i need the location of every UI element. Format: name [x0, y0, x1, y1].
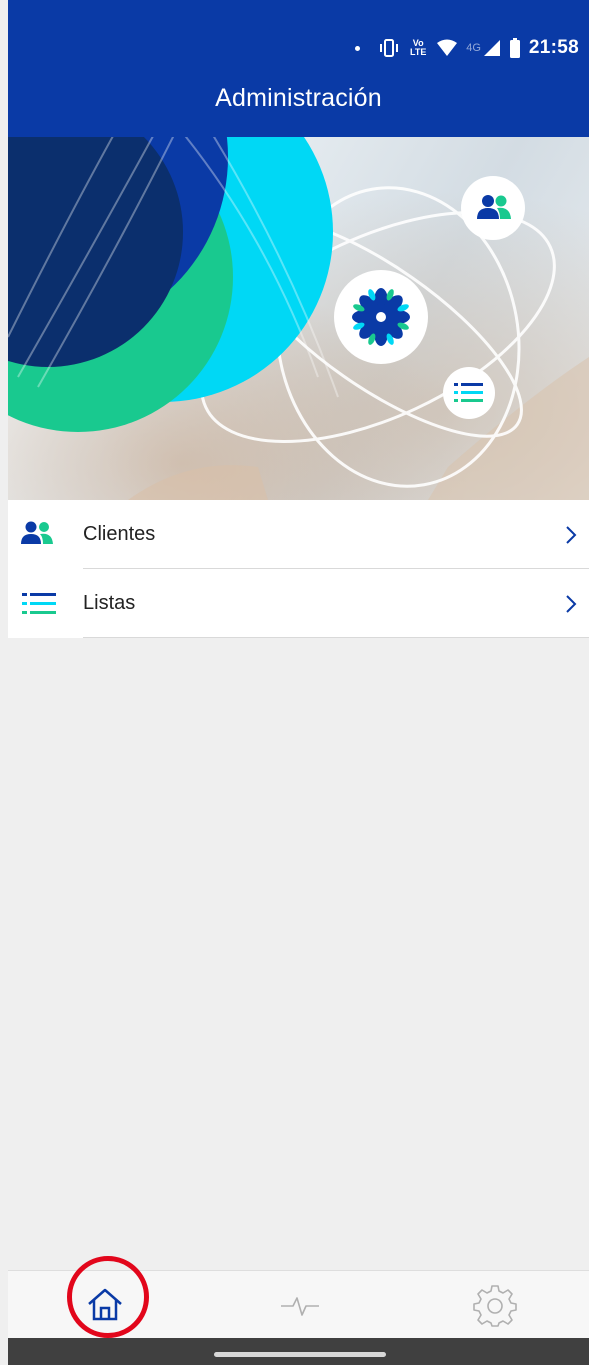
network-type-label: 4G	[466, 42, 481, 54]
home-gesture-handle[interactable]	[214, 1352, 386, 1357]
chevron-right-icon	[566, 594, 577, 613]
menu-item-listas[interactable]: Listas	[8, 569, 589, 638]
vibrate-icon	[380, 39, 399, 57]
wifi-icon	[437, 39, 458, 56]
admin-menu-list: Clientes Listas	[8, 500, 589, 638]
nav-activity-button[interactable]	[240, 1271, 360, 1339]
status-bar: Vo LTE 4G 21:58	[355, 30, 589, 66]
nav-home-button[interactable]	[45, 1271, 165, 1339]
home-icon	[88, 1288, 122, 1321]
app-screen: Vo LTE 4G 21:58 Administración Clientes …	[8, 0, 589, 1365]
nav-settings-button[interactable]	[435, 1271, 555, 1339]
clock: 21:58	[528, 37, 579, 58]
list-icon	[22, 592, 56, 614]
gear-icon	[473, 1285, 517, 1327]
chevron-right-icon	[566, 525, 577, 544]
menu-item-label: Clientes	[83, 523, 156, 545]
page-title: Administración	[215, 84, 382, 112]
flower-logo-icon	[352, 288, 410, 346]
bottom-navigation	[8, 1270, 589, 1339]
users-icon	[21, 521, 53, 544]
activity-icon	[281, 1297, 319, 1316]
menu-item-label: Listas	[83, 592, 136, 614]
menu-item-clientes[interactable]: Clientes	[8, 500, 589, 569]
battery-icon	[509, 38, 520, 58]
volte-icon: Vo LTE	[410, 38, 427, 57]
top-app-bar: Vo LTE 4G 21:58 Administración	[8, 0, 589, 137]
notification-dot-icon	[355, 45, 361, 51]
signal-icon	[483, 40, 500, 56]
divider	[83, 637, 589, 638]
hero-banner	[8, 137, 589, 500]
system-navigation-bar	[8, 1338, 589, 1365]
